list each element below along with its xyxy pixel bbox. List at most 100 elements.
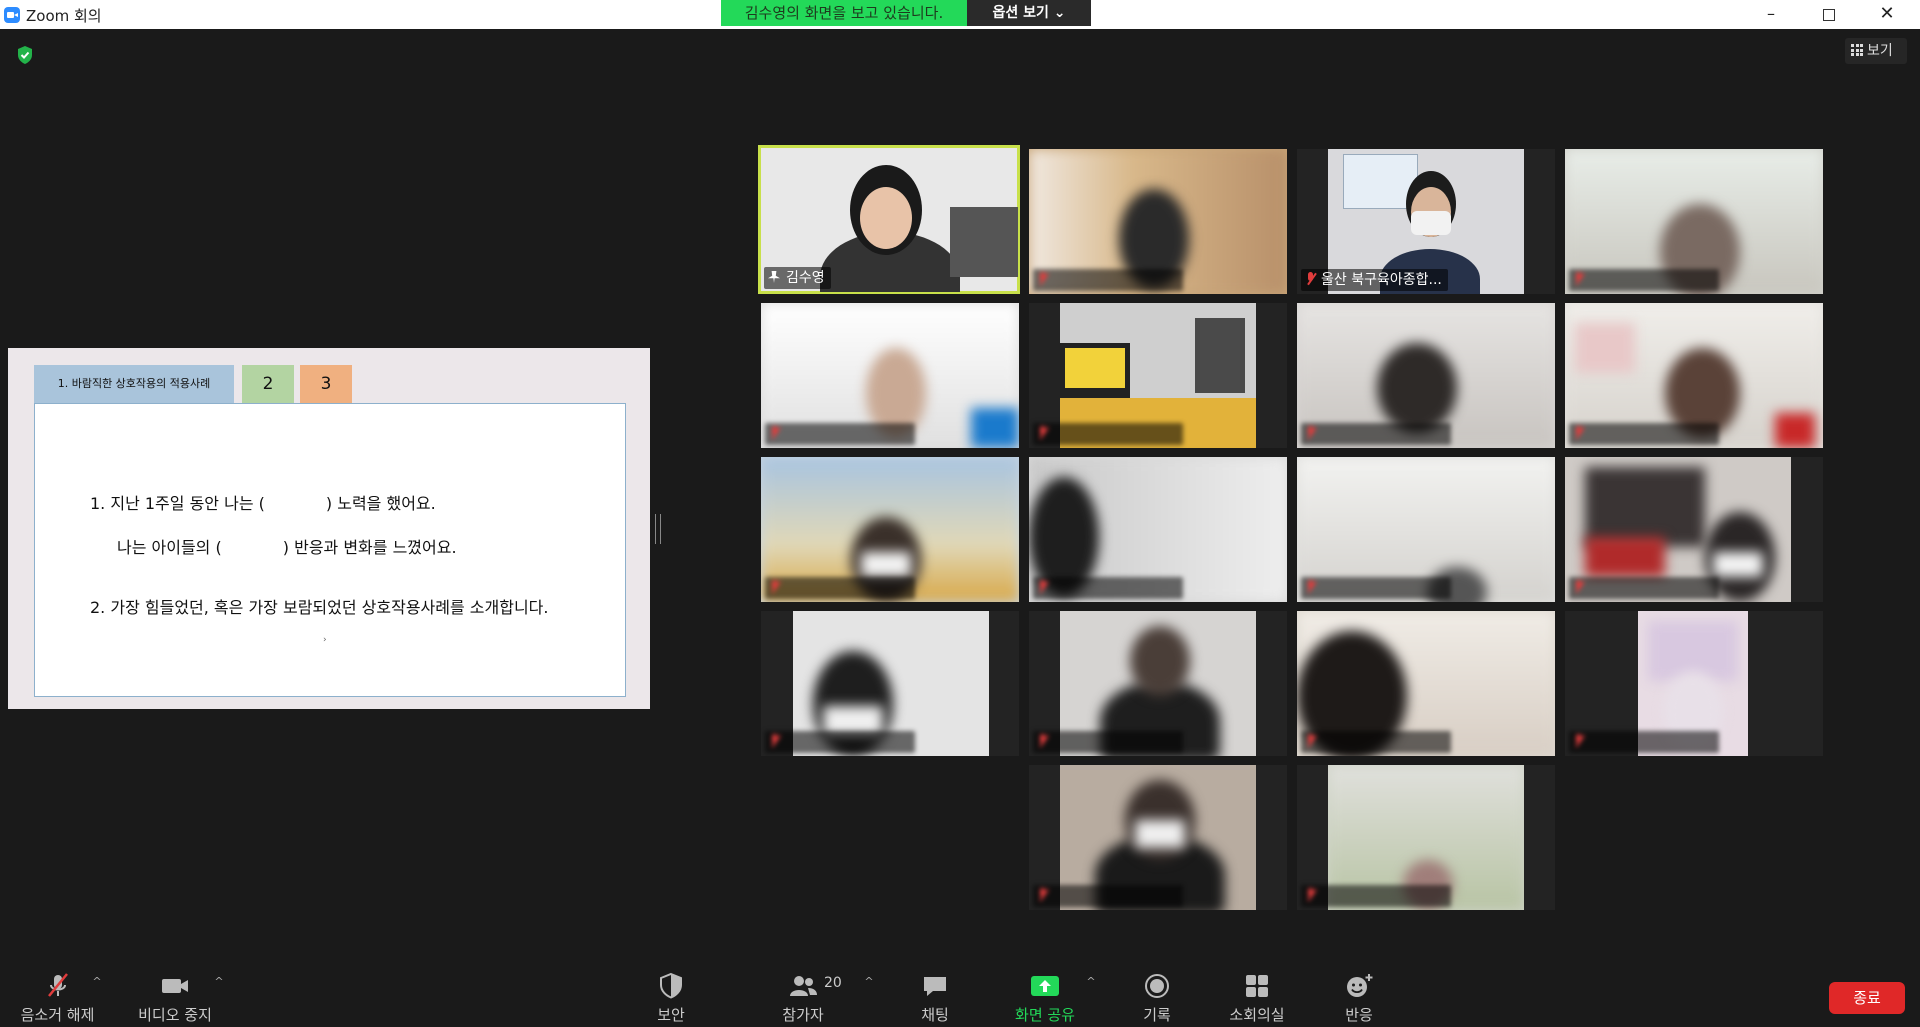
share-options-caret[interactable]: ^ bbox=[1084, 975, 1098, 989]
shield-icon bbox=[660, 972, 682, 999]
unmute-label: 음소거 해제 bbox=[20, 1006, 95, 1024]
video-tile[interactable] bbox=[1565, 149, 1823, 294]
bulletin-paper bbox=[1065, 348, 1125, 388]
participant-head bbox=[1377, 343, 1457, 433]
slide-line-2: 나는 아이들의 ( ) 반응과 변화를 느꼈어요. bbox=[117, 538, 457, 557]
video-tile[interactable] bbox=[1297, 303, 1555, 448]
window-title: Zoom 회의 bbox=[26, 7, 102, 25]
view-options-button[interactable]: 옵션 보기 ⌄ bbox=[967, 0, 1091, 26]
participants-count: 20 bbox=[824, 975, 842, 991]
video-tile[interactable] bbox=[1029, 765, 1287, 910]
mic-muted-icon bbox=[1037, 734, 1049, 748]
end-meeting-button[interactable]: 종료 bbox=[1829, 982, 1905, 1014]
video-tile[interactable] bbox=[761, 303, 1019, 448]
smiley-plus-icon bbox=[1347, 974, 1373, 997]
breakout-rooms-button[interactable]: 소회의실 bbox=[1224, 972, 1290, 1027]
slide-line-3: 2. 가장 힘들었던, 혹은 가장 보람되었던 상호작용사례를 소개합니다. bbox=[90, 598, 549, 617]
video-tile[interactable] bbox=[1029, 149, 1287, 294]
participant-head bbox=[1130, 626, 1190, 696]
mic-muted-icon bbox=[1573, 734, 1585, 748]
shared-screen: 1. 바람직한 상호작용의 적용사례 2 3 1. 지난 1주일 동안 나는 (… bbox=[8, 348, 650, 709]
title-bar: Zoom 회의 김수영의 화면을 보고 있습니다. 옵션 보기 ⌄ – ✕ bbox=[0, 0, 1920, 29]
video-tile[interactable] bbox=[1029, 303, 1287, 448]
slide-content: 1. 지난 1주일 동안 나는 ( ) 노력을 했어요. 나는 아이들의 ( )… bbox=[34, 403, 626, 697]
participant-name-label bbox=[1033, 577, 1183, 599]
view-toggle-label: 보기 bbox=[1867, 43, 1893, 59]
participant-name-label bbox=[765, 731, 915, 753]
breakout-rooms-label: 소회의실 bbox=[1229, 1006, 1285, 1024]
background-object bbox=[1585, 537, 1665, 577]
mic-muted-icon bbox=[1573, 272, 1585, 286]
video-tile[interactable] bbox=[761, 457, 1019, 602]
slide-line-1: 1. 지난 1주일 동안 나는 ( ) 노력을 했어요. bbox=[90, 494, 436, 513]
breakout-rooms-icon bbox=[1246, 975, 1268, 997]
zoom-logo-icon bbox=[4, 7, 20, 23]
minimize-button[interactable]: – bbox=[1742, 0, 1800, 29]
mic-muted-icon bbox=[1037, 580, 1049, 594]
video-tile[interactable] bbox=[1297, 765, 1555, 910]
face-mask bbox=[1713, 552, 1763, 577]
background-object bbox=[971, 408, 1019, 448]
participant-name-label bbox=[1569, 269, 1719, 291]
mic-muted-icon bbox=[1037, 888, 1049, 902]
video-tile[interactable] bbox=[1565, 457, 1823, 602]
participant-name-label bbox=[765, 577, 915, 599]
video-tile[interactable] bbox=[1565, 611, 1823, 756]
security-label: 보안 bbox=[657, 1006, 685, 1024]
mic-muted-icon bbox=[1573, 580, 1585, 594]
participant-name-label bbox=[1569, 423, 1719, 445]
background-object bbox=[1585, 467, 1705, 547]
participants-icon bbox=[790, 976, 817, 996]
video-tile[interactable] bbox=[1029, 457, 1287, 602]
participant-name-label bbox=[1301, 731, 1451, 753]
record-button[interactable]: 기록 bbox=[1132, 972, 1182, 1027]
participant-name-label: 울산 북구육아종합... bbox=[1301, 269, 1448, 291]
video-tile[interactable] bbox=[1297, 457, 1555, 602]
participants-button[interactable]: 20 참가자 bbox=[770, 972, 842, 1027]
video-tile[interactable]: 울산 북구육아종합... bbox=[1297, 149, 1555, 294]
record-label: 기록 bbox=[1143, 1006, 1171, 1024]
mic-muted-icon bbox=[1573, 426, 1585, 440]
share-banner: 김수영의 화면을 보고 있습니다. bbox=[721, 0, 967, 26]
mic-muted-icon bbox=[769, 580, 781, 594]
security-button[interactable]: 보안 bbox=[646, 972, 696, 1027]
video-tile[interactable] bbox=[1565, 303, 1823, 448]
restore-icon bbox=[1823, 9, 1835, 21]
face-mask bbox=[1411, 211, 1451, 235]
audio-options-caret[interactable]: ^ bbox=[90, 975, 104, 989]
shield-check-icon[interactable] bbox=[16, 45, 34, 65]
participant-face bbox=[860, 187, 912, 249]
video-options-caret[interactable]: ^ bbox=[212, 975, 226, 989]
mic-muted-icon bbox=[1305, 734, 1317, 748]
video-tile[interactable] bbox=[761, 611, 1019, 756]
stop-video-label: 비디오 중지 bbox=[138, 1006, 212, 1024]
view-toggle-button[interactable]: 보기 bbox=[1845, 38, 1907, 64]
reactions-button[interactable]: 반응 bbox=[1334, 972, 1384, 1027]
participant-name-label bbox=[1569, 577, 1719, 599]
share-screen-button[interactable]: 화면 공유 bbox=[1012, 972, 1078, 1027]
splitter-handle[interactable] bbox=[655, 514, 661, 544]
share-screen-icon bbox=[1031, 976, 1059, 996]
stop-video-button[interactable]: 비디오 중지 bbox=[130, 972, 220, 1027]
video-tile[interactable] bbox=[1297, 611, 1555, 756]
video-tile[interactable]: 김수영 bbox=[758, 145, 1020, 294]
mouse-cursor-icon: › bbox=[323, 635, 327, 645]
zoom-meeting-window: Zoom 회의 김수영의 화면을 보고 있습니다. 옵션 보기 ⌄ – ✕ 보기… bbox=[0, 0, 1920, 1027]
participants-options-caret[interactable]: ^ bbox=[862, 975, 876, 989]
chat-button[interactable]: 채팅 bbox=[912, 972, 958, 1027]
face-mask bbox=[1135, 820, 1185, 848]
mic-muted-icon bbox=[47, 973, 68, 997]
participant-name-label: 김수영 bbox=[764, 267, 831, 289]
pin-icon bbox=[768, 271, 780, 283]
chat-bubble-icon bbox=[924, 977, 946, 996]
close-button[interactable]: ✕ bbox=[1858, 0, 1916, 29]
participant-name-label bbox=[1301, 577, 1451, 599]
participant-name-label bbox=[765, 423, 915, 445]
video-tile[interactable] bbox=[1029, 611, 1287, 756]
mic-muted-icon bbox=[1305, 888, 1317, 902]
slide-tab-1: 1. 바람직한 상호작용의 적용사례 bbox=[34, 365, 234, 403]
mic-muted-icon bbox=[1037, 272, 1049, 286]
participants-label: 참가자 bbox=[782, 1006, 824, 1024]
mic-muted-icon bbox=[1305, 272, 1317, 286]
maximize-button[interactable] bbox=[1800, 0, 1858, 29]
